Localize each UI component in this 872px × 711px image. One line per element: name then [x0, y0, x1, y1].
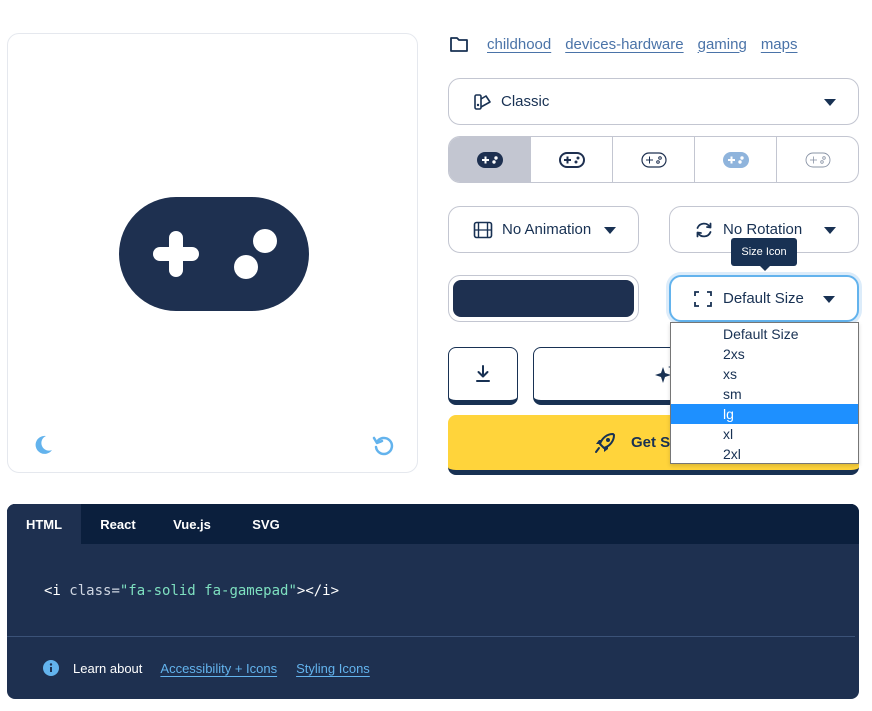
chevron-down-icon — [824, 98, 836, 106]
expand-icon — [694, 290, 712, 307]
reset-icon[interactable] — [372, 434, 394, 456]
code-attr: class= — [69, 583, 120, 599]
gamepad-regular-icon — [558, 151, 585, 168]
code-tabs: HTML React Vue.js SVG — [7, 504, 859, 544]
gamepad-duotone-icon — [722, 151, 749, 168]
chevron-down-icon — [604, 226, 616, 234]
tag-link[interactable]: gaming — [698, 36, 747, 53]
code-snippet[interactable]: <i class="fa-solid fa-gamepad"></i> — [7, 544, 855, 637]
gamepad-solid-icon — [476, 151, 503, 168]
tag-link[interactable]: maps — [761, 36, 798, 53]
icon-tags: childhood devices-hardware gaming maps — [449, 34, 798, 54]
family-solid-button[interactable] — [449, 137, 531, 182]
palette-icon — [474, 93, 491, 110]
code-snippet-panel: HTML React Vue.js SVG <i class="fa-solid… — [7, 504, 859, 699]
tab-react[interactable]: React — [81, 504, 155, 544]
size-option[interactable]: Default Size — [671, 324, 858, 344]
size-option[interactable]: 2xl — [671, 444, 858, 464]
tag-link[interactable]: childhood — [487, 36, 551, 53]
tag-link[interactable]: devices-hardware — [565, 36, 683, 53]
learn-about-text: Learn about — [73, 660, 143, 676]
size-option-highlighted[interactable]: lg — [671, 404, 858, 424]
get-button-label: Get S — [631, 434, 671, 451]
tab-vue[interactable]: Vue.js — [155, 504, 229, 544]
rocket-icon — [595, 432, 615, 453]
size-option[interactable]: xs — [671, 364, 858, 384]
style-select[interactable]: Classic — [448, 78, 859, 125]
chevron-down-icon — [823, 295, 835, 303]
chevron-down-icon — [824, 226, 836, 234]
code-string: "fa-solid fa-gamepad" — [119, 583, 297, 599]
code-close-tag: ></i> — [296, 583, 340, 599]
rotation-select-value: No Rotation — [723, 221, 803, 238]
style-select-value: Classic — [501, 93, 550, 110]
learn-about-bar: Learn about Accessibility + Icons Stylin… — [7, 637, 859, 699]
size-tooltip: Size Icon — [731, 238, 797, 271]
moon-icon[interactable] — [32, 434, 54, 456]
family-regular-button[interactable] — [531, 137, 613, 182]
family-light-button[interactable] — [613, 137, 695, 182]
size-option[interactable]: sm — [671, 384, 858, 404]
color-swatch — [453, 280, 634, 317]
size-option[interactable]: xl — [671, 424, 858, 444]
film-icon — [473, 221, 493, 238]
styling-icons-link[interactable]: Styling Icons — [296, 661, 370, 676]
gamepad-light-icon — [640, 151, 667, 168]
style-family-selector — [448, 136, 859, 183]
tab-html[interactable]: HTML — [7, 504, 81, 544]
code-open-tag: <i — [44, 583, 70, 599]
accessibility-link[interactable]: Accessibility + Icons — [160, 661, 277, 676]
size-option[interactable]: 2xs — [671, 344, 858, 364]
download-button[interactable] — [448, 347, 518, 405]
animation-select-value: No Animation — [502, 221, 592, 238]
info-icon — [43, 660, 59, 676]
gamepad-thin-icon — [805, 152, 830, 167]
icon-preview-card — [7, 33, 418, 473]
size-dropdown-list: Default Size 2xs xs sm lg xl 2xl — [670, 322, 859, 464]
family-duotone-button[interactable] — [695, 137, 777, 182]
color-picker[interactable] — [448, 275, 639, 322]
download-icon — [476, 365, 490, 382]
rotate-icon — [696, 222, 712, 237]
folder-icon — [450, 37, 468, 52]
tab-svg[interactable]: SVG — [229, 504, 303, 544]
family-thin-button[interactable] — [777, 137, 858, 182]
animation-select[interactable]: No Animation — [448, 206, 639, 253]
size-select[interactable]: Default Size — [669, 275, 859, 322]
gamepad-icon — [119, 197, 309, 311]
size-select-value: Default Size — [723, 290, 804, 307]
